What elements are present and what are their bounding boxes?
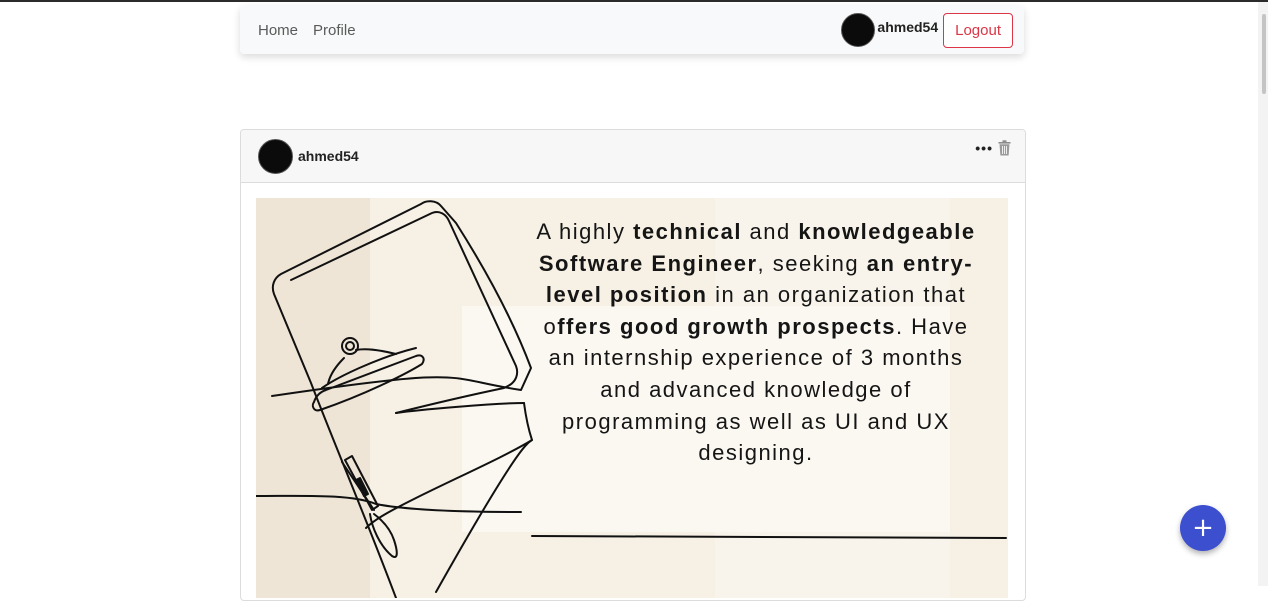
post-author-avatar[interactable] bbox=[258, 138, 293, 174]
text-line: designing. bbox=[698, 440, 814, 466]
text-run-bold: knowledgeable bbox=[798, 219, 976, 244]
trash-icon[interactable] bbox=[998, 139, 1011, 161]
scrollbar-thumb[interactable] bbox=[1262, 14, 1266, 94]
text-run-bold: Software Engineer bbox=[538, 250, 758, 276]
top-navbar: Home Profile ahmed54 Logout bbox=[240, 6, 1024, 54]
nav-links: Home Profile bbox=[258, 22, 356, 39]
nav-username: ahmed54 bbox=[877, 19, 939, 35]
more-horizontal-icon[interactable]: ••• bbox=[975, 140, 993, 156]
text-run: A highly bbox=[536, 219, 634, 244]
text-run: in an organization that bbox=[707, 282, 967, 308]
logout-button[interactable]: Logout bbox=[943, 12, 1013, 48]
text-line: programming as well as UI and UX bbox=[562, 408, 950, 434]
post-author-username[interactable]: ahmed54 bbox=[298, 148, 359, 164]
text-line: an internship experience of 3 months bbox=[548, 345, 964, 371]
text-run: and bbox=[741, 219, 799, 244]
post-image-text: A highly technical and knowledgeable Sof… bbox=[511, 216, 1001, 469]
nav-home-link[interactable]: Home bbox=[258, 22, 298, 39]
text-run: . Have bbox=[895, 313, 969, 339]
text-line: and advanced knowledge of bbox=[600, 376, 912, 402]
nav-profile-link[interactable]: Profile bbox=[313, 22, 356, 39]
post-image[interactable]: A highly technical and knowledgeable Sof… bbox=[256, 198, 1008, 598]
add-post-button[interactable]: + bbox=[1180, 505, 1226, 551]
nav-avatar[interactable] bbox=[841, 13, 876, 47]
page-scrollbar[interactable] bbox=[1258, 2, 1268, 586]
text-run-bold: technical bbox=[633, 219, 742, 244]
text-run: o bbox=[543, 313, 558, 339]
post-actions: ••• bbox=[975, 140, 1011, 161]
nav-user-area: ahmed54 Logout bbox=[841, 12, 1013, 48]
post-author: ahmed54 bbox=[258, 138, 359, 174]
post-header: ahmed54 ••• bbox=[241, 130, 1025, 183]
text-run-bold: ffers good growth prospects bbox=[557, 313, 896, 339]
text-run: , seeking bbox=[757, 250, 867, 276]
post-card: ahmed54 ••• A highly technical and knowl… bbox=[240, 129, 1026, 601]
text-run-bold: an entry- bbox=[866, 250, 974, 276]
text-run-bold: level position bbox=[545, 282, 708, 308]
